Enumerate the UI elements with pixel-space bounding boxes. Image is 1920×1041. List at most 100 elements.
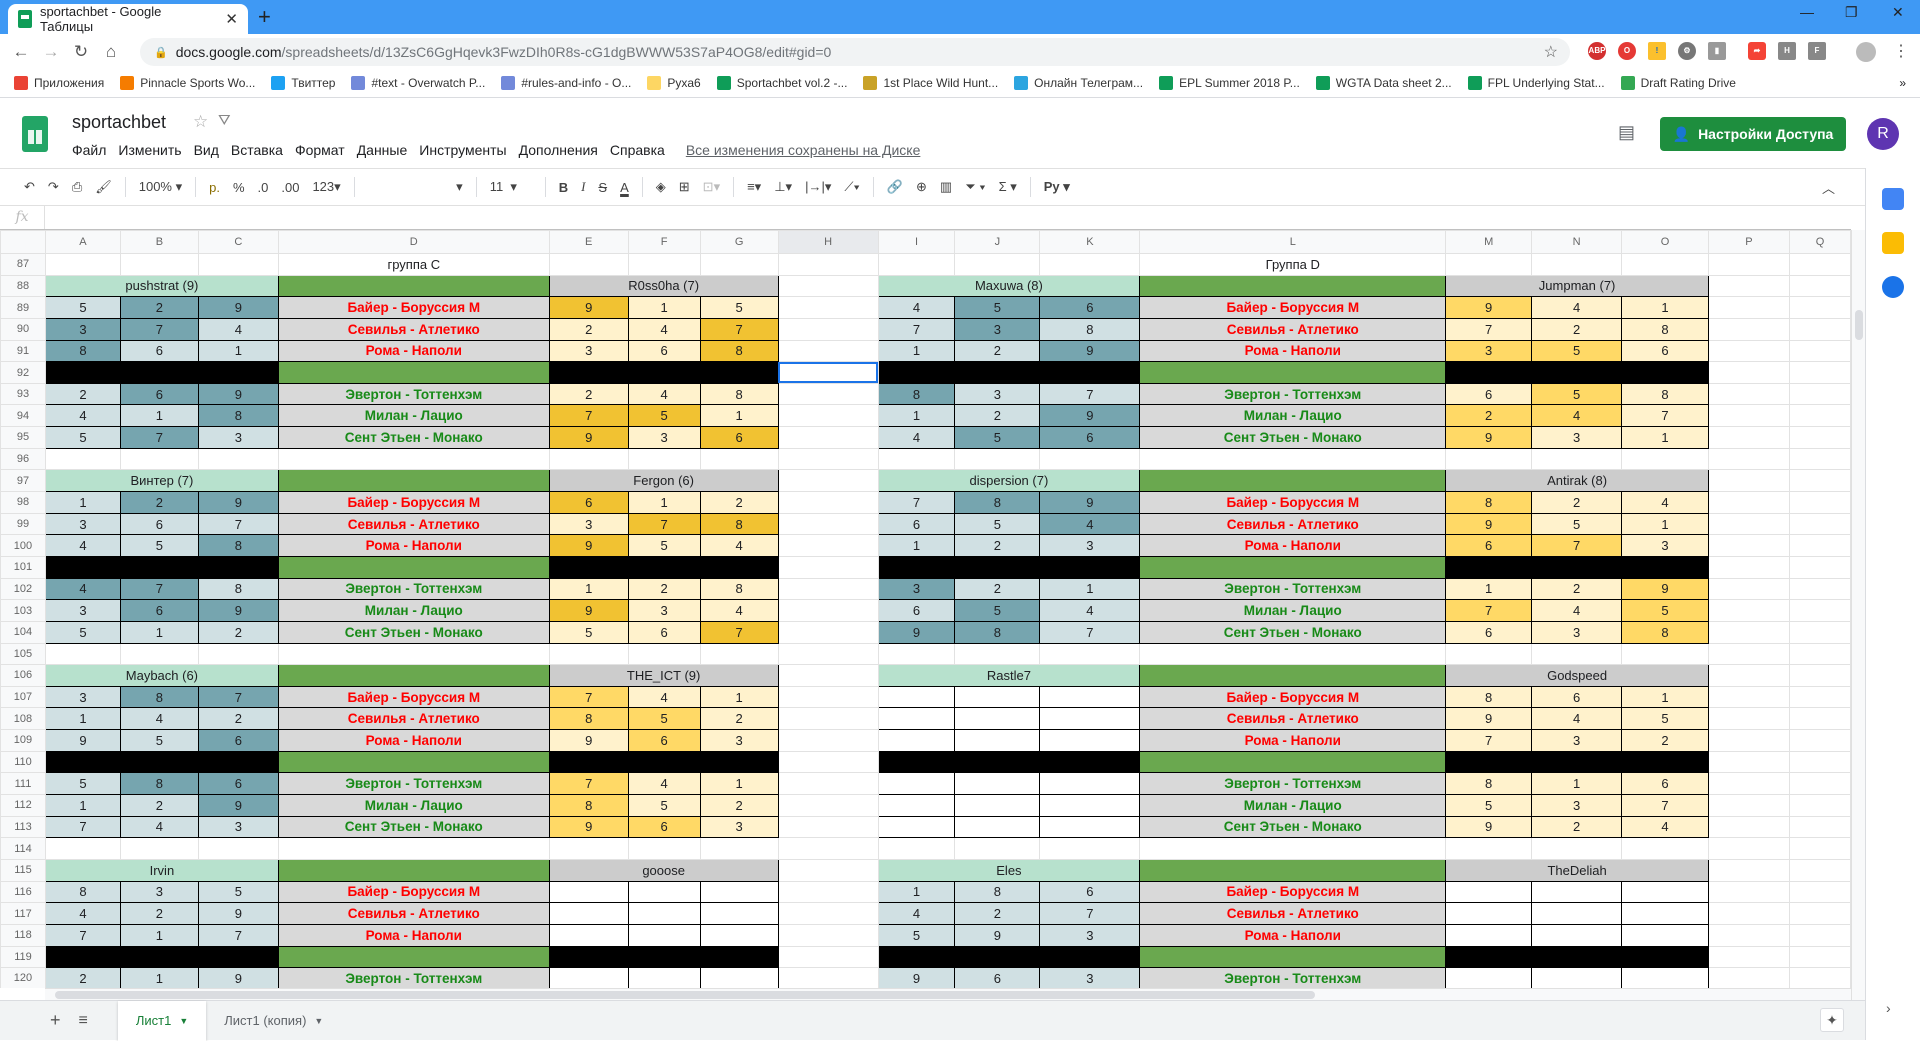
pick-cell[interactable]: 1: [1445, 577, 1533, 601]
all-sheets-button[interactable]: ≡: [79, 1012, 88, 1030]
pick-cell[interactable]: 7: [877, 317, 956, 341]
pick-cell[interactable]: 7: [1621, 794, 1709, 817]
match-name[interactable]: Сент Этьен - Монако: [277, 815, 550, 839]
row-header[interactable]: 95: [0, 426, 46, 449]
row-header[interactable]: 111: [0, 772, 46, 796]
match-name[interactable]: Рома - Наполи: [1139, 729, 1447, 752]
player-name-header[interactable]: R0ss0ha (7): [548, 274, 779, 298]
match-name[interactable]: Эвертон - Тоттенхэм: [1139, 382, 1447, 406]
menu-data[interactable]: Данные: [357, 142, 408, 158]
home-icon[interactable]: ⌂: [96, 42, 126, 62]
menu-file[interactable]: Файл: [72, 142, 106, 158]
bookmark-item[interactable]: Pinnacle Sports Wo...: [120, 76, 255, 90]
cell[interactable]: [1708, 794, 1790, 817]
column-header-n[interactable]: N: [1531, 230, 1623, 254]
row-header[interactable]: 108: [0, 707, 46, 731]
share-extension-icon[interactable]: ➦: [1748, 42, 1766, 60]
match-name[interactable]: Севилья - Атлетико: [1139, 512, 1447, 536]
pick-cell[interactable]: 3: [119, 880, 199, 904]
pick-cell[interactable]: 2: [699, 794, 779, 817]
bookmark-item[interactable]: 1st Place Wild Hunt...: [863, 76, 998, 90]
pick-cell[interactable]: 2: [119, 902, 199, 925]
horizontal-align-icon[interactable]: ≡▾: [747, 179, 761, 195]
cell[interactable]: [777, 750, 879, 774]
pick-cell[interactable]: 2: [119, 794, 199, 817]
cell[interactable]: [1708, 404, 1790, 428]
pick-cell[interactable]: 5: [197, 880, 279, 904]
row-header[interactable]: 97: [0, 469, 46, 493]
pick-cell[interactable]: 6: [627, 620, 701, 644]
pick-cell[interactable]: 3: [1531, 729, 1623, 752]
row-header[interactable]: 99: [0, 512, 46, 536]
pick-cell[interactable]: 9: [1445, 426, 1533, 449]
pick-cell[interactable]: 5: [627, 794, 701, 817]
pick-cell[interactable]: [877, 794, 956, 817]
pick-cell[interactable]: 5: [1445, 794, 1533, 817]
explore-button[interactable]: ✦: [1820, 1008, 1844, 1032]
pick-cell[interactable]: [877, 685, 956, 709]
pick-cell[interactable]: 2: [197, 620, 279, 644]
cell[interactable]: [1621, 253, 1709, 276]
pick-cell[interactable]: 2: [954, 534, 1041, 557]
f-extension-icon[interactable]: F: [1808, 42, 1826, 60]
pick-cell[interactable]: 7: [119, 426, 199, 449]
pick-cell[interactable]: 1: [627, 491, 701, 514]
pick-cell[interactable]: [627, 902, 701, 925]
match-name[interactable]: Милан - Лацио: [277, 794, 550, 817]
row-header[interactable]: 100: [0, 534, 46, 557]
match-name[interactable]: Рома - Наполи: [1139, 339, 1447, 363]
cell[interactable]: [1139, 447, 1447, 471]
pick-cell[interactable]: 3: [44, 317, 121, 341]
pick-cell[interactable]: 2: [44, 382, 121, 406]
close-window-icon[interactable]: ✕: [1892, 4, 1904, 21]
cell[interactable]: [1788, 858, 1851, 882]
cell[interactable]: [197, 253, 279, 276]
pick-cell[interactable]: 4: [119, 707, 199, 731]
player-name-header[interactable]: pushstrat (9): [44, 274, 279, 298]
pick-cell[interactable]: 6: [1445, 382, 1533, 406]
cell[interactable]: [1788, 382, 1851, 406]
horizontal-scroll-thumb[interactable]: [55, 991, 1315, 999]
pick-cell[interactable]: 5: [44, 426, 121, 449]
calendar-icon[interactable]: [1882, 188, 1904, 210]
column-header-o[interactable]: O: [1621, 230, 1709, 254]
row-header[interactable]: 106: [0, 664, 46, 687]
cell[interactable]: [777, 967, 879, 988]
row-header[interactable]: 105: [0, 642, 46, 666]
cell[interactable]: [1788, 469, 1851, 493]
pick-cell[interactable]: 9: [548, 296, 629, 319]
cell[interactable]: [1708, 491, 1790, 514]
pick-cell[interactable]: 2: [1621, 729, 1709, 752]
pick-cell[interactable]: 7: [548, 685, 629, 709]
user-avatar[interactable]: R: [1867, 118, 1899, 150]
pick-cell[interactable]: 8: [1621, 620, 1709, 644]
row-header[interactable]: 102: [0, 577, 46, 601]
cell[interactable]: [1531, 837, 1623, 860]
pick-cell[interactable]: [1531, 923, 1623, 947]
cell[interactable]: [777, 404, 879, 428]
row-header[interactable]: 112: [0, 794, 46, 817]
column-header-h[interactable]: H: [777, 230, 879, 254]
pick-cell[interactable]: 4: [44, 404, 121, 428]
bookmark-star-icon[interactable]: ☆: [1544, 42, 1558, 62]
cell[interactable]: [119, 642, 199, 666]
match-name[interactable]: Байер - Боруссия М: [277, 685, 550, 709]
pick-cell[interactable]: [954, 685, 1041, 709]
player-name-header[interactable]: Antirak (8): [1445, 469, 1709, 493]
pick-cell[interactable]: 5: [954, 296, 1041, 319]
keep-icon[interactable]: [1882, 232, 1904, 254]
cell[interactable]: [1788, 361, 1851, 384]
pick-cell[interactable]: 3: [627, 426, 701, 449]
pick-cell[interactable]: 6: [119, 512, 199, 536]
match-name[interactable]: Милан - Лацио: [1139, 404, 1447, 428]
pick-cell[interactable]: [1621, 967, 1709, 988]
pick-cell[interactable]: 7: [877, 491, 956, 514]
row-header[interactable]: 115: [0, 858, 46, 882]
cell[interactable]: [1708, 837, 1790, 860]
pick-cell[interactable]: 5: [44, 296, 121, 319]
vertical-align-icon[interactable]: ⊥▾: [774, 179, 792, 195]
cell[interactable]: [1788, 512, 1851, 536]
pick-cell[interactable]: 7: [1039, 620, 1141, 644]
group-title[interactable]: Группа D: [1139, 253, 1447, 276]
pick-cell[interactable]: 1: [548, 577, 629, 601]
